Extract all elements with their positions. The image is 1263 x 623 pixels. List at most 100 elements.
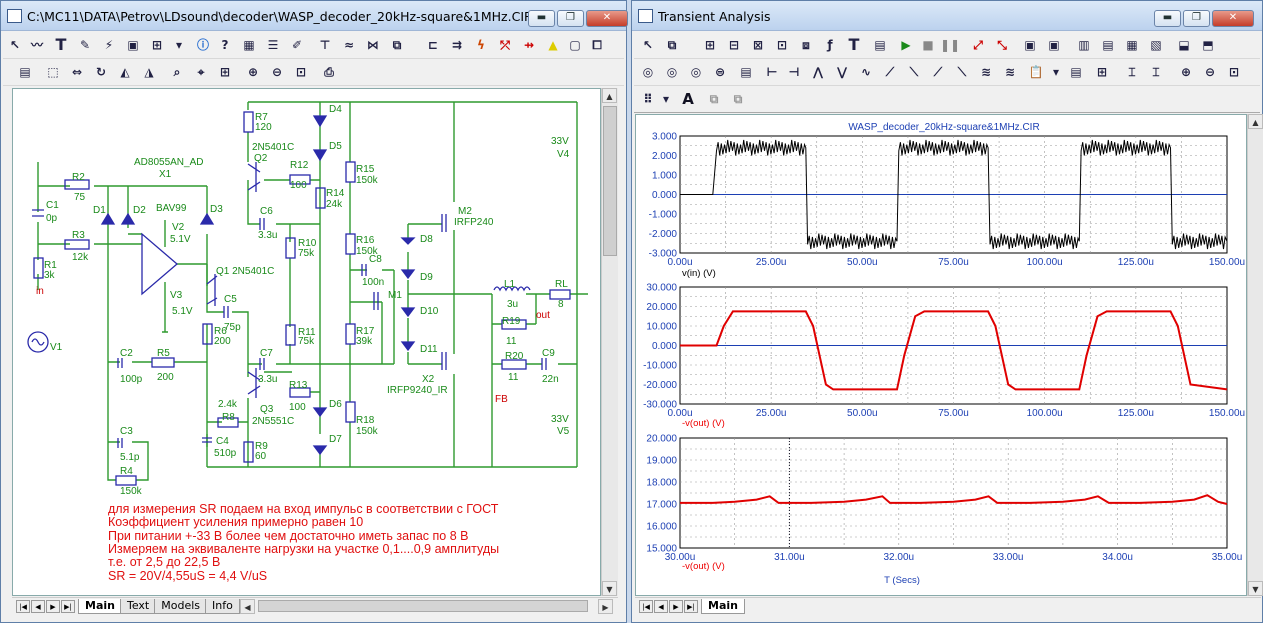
next-tab-arrow-icon[interactable]: ▶ [46, 600, 60, 613]
r16-resistor[interactable] [345, 233, 356, 255]
box-select-icon[interactable]: ⬚ [43, 62, 63, 82]
rl-resistor[interactable] [549, 289, 571, 300]
node-link-icon[interactable]: ⤱ [495, 35, 515, 55]
ruler-icon[interactable]: ⊏ [423, 35, 443, 55]
prev-tab-arrow-icon[interactable]: ◀ [31, 600, 45, 613]
dropdown-icon[interactable]: ▾ [169, 35, 189, 55]
number-icon[interactable]: ⊞ [1092, 62, 1112, 82]
scroll-down-arrow-icon[interactable]: ▼ [602, 581, 617, 596]
scale-y-icon[interactable]: ⊠ [748, 35, 768, 55]
plot-prev-tab-icon[interactable]: ◀ [654, 600, 668, 613]
plot-tab-main[interactable]: Main [701, 599, 745, 614]
schematic-canvas[interactable]: AD8055AN_AD X1 R2 75 C1 0p R3 12k R1 3k … [12, 88, 601, 596]
chart-zoom-fit-icon[interactable]: ⊡ [1224, 62, 1244, 82]
copy-chart-icon[interactable]: ⧉ [662, 35, 682, 55]
text-tool-icon[interactable]: T [51, 35, 71, 55]
plot-area[interactable]: WASP_decoder_20kHz-square&1MHz.CIR v(in)… [635, 114, 1247, 596]
page-icon[interactable]: ▢ [565, 35, 585, 55]
pause-icon[interactable]: ❚❚ [940, 35, 960, 55]
attr-icon[interactable]: ⧉ [387, 35, 407, 55]
tab-main[interactable]: Main [78, 599, 122, 614]
scroll-thumb[interactable] [603, 106, 617, 256]
help-icon[interactable]: ? [215, 35, 235, 55]
peak-icon[interactable]: ⊢ [762, 62, 782, 82]
prev-data-icon[interactable]: ≋ [1000, 62, 1020, 82]
slope-down-icon[interactable]: ⟍ [904, 62, 924, 82]
component-icon[interactable]: ▣ [123, 35, 143, 55]
zoom-fit-icon[interactable]: ⊡ [291, 62, 311, 82]
arrows-icon[interactable]: ⇉ [447, 35, 467, 55]
grid-dropdown-icon[interactable]: ▾ [656, 89, 676, 109]
vertical-scrollbar[interactable]: ▲ ▼ [601, 88, 618, 596]
wire-icon[interactable]: 〰 [27, 35, 47, 55]
chart-zoom-in-icon[interactable]: ⊕ [1176, 62, 1196, 82]
next-point-icon[interactable]: ⟋ [928, 62, 948, 82]
select-arrow-icon[interactable]: ↖ [5, 35, 25, 55]
plot-scroll-up-icon[interactable]: ▲ [1248, 114, 1263, 129]
layout-1-icon[interactable]: ▥ [1074, 35, 1094, 55]
node-icon[interactable]: ⋈ [363, 35, 383, 55]
function-icon[interactable]: ƒ [820, 35, 840, 55]
plot-vscrollbar[interactable]: ▲ ▼ [1247, 114, 1263, 596]
zoom-probe-2-icon[interactable]: ◎ [662, 62, 682, 82]
rotate-icon[interactable]: ↻ [91, 62, 111, 82]
font-icon[interactable]: A [678, 89, 698, 109]
scale-icon[interactable]: ⊞ [700, 35, 720, 55]
scale-peak-icon[interactable]: ⧈ [796, 35, 816, 55]
find-icon[interactable]: ⌕ [167, 62, 187, 82]
prev-point-icon[interactable]: ⟍ [952, 62, 972, 82]
split-v-icon[interactable]: ⬒ [1198, 35, 1218, 55]
restore-button[interactable]: ❐ [557, 10, 584, 27]
plot-first-tab-icon[interactable]: |◀ [639, 600, 653, 613]
calc-icon[interactable]: ⊞ [215, 62, 235, 82]
run-icon[interactable]: ▶ [896, 35, 916, 55]
next-data-icon[interactable]: ≋ [976, 62, 996, 82]
tab-models[interactable]: Models [154, 599, 207, 614]
chart-props-icon[interactable]: ▤ [870, 35, 890, 55]
transient-title-bar[interactable]: Transient Analysis ▬ ❐ ✕ [632, 1, 1262, 31]
last-tab-arrow-icon[interactable]: ▶| [61, 600, 75, 613]
props-icon[interactable]: ▤ [736, 62, 756, 82]
layout-3-icon[interactable]: ▦ [1122, 35, 1142, 55]
plot-next-tab-icon[interactable]: ▶ [669, 600, 683, 613]
mirror-v-icon[interactable]: ◮ [139, 62, 159, 82]
low-icon[interactable]: ⋁ [832, 62, 852, 82]
r15-resistor[interactable] [345, 161, 356, 183]
zoom-probe-4-icon[interactable]: ⊜ [710, 62, 730, 82]
flip-icon[interactable]: ⇔ [67, 62, 87, 82]
chart-text-icon[interactable]: T [844, 35, 864, 55]
net-icon[interactable]: ≈ [339, 35, 359, 55]
layout-2-icon[interactable]: ▤ [1098, 35, 1118, 55]
clipboard-icon[interactable]: 📋 [1026, 62, 1046, 82]
transient-restore-button[interactable]: ❐ [1183, 10, 1210, 27]
zoom-probe-3-icon[interactable]: ◎ [686, 62, 706, 82]
zoom-out-icon[interactable]: ⊖ [267, 62, 287, 82]
title-bar[interactable]: C:\MC11\DATA\Petrov\LDsound\decoder\WASP… [1, 1, 628, 31]
scale-auto-icon[interactable]: ⊡ [772, 35, 792, 55]
probe-icon[interactable]: ⚡ [99, 35, 119, 55]
r17-resistor[interactable] [345, 323, 356, 345]
slope-up-icon[interactable]: ⟋ [880, 62, 900, 82]
mirror-icon[interactable]: ◭ [115, 62, 135, 82]
scroll-up-arrow-icon[interactable]: ▲ [602, 88, 617, 103]
find-next-icon[interactable]: ⌖ [191, 62, 211, 82]
pen-icon[interactable]: ✎ [75, 35, 95, 55]
flash-icon[interactable]: ϟ [471, 35, 491, 55]
valley-icon[interactable]: ⊣ [784, 62, 804, 82]
first-tab-arrow-icon[interactable]: |◀ [16, 600, 30, 613]
stats-icon[interactable]: ▤ [1066, 62, 1086, 82]
plot-scroll-down-icon[interactable]: ▼ [1248, 581, 1263, 596]
list-icon[interactable]: ☰ [263, 35, 283, 55]
short-icon[interactable]: ⇸ [519, 35, 539, 55]
grid-menu-icon[interactable]: ⠿ [638, 89, 658, 109]
transient-minimize-button[interactable]: ▬ [1154, 10, 1181, 27]
scroll-left-arrow-icon[interactable]: ◀ [240, 599, 255, 614]
stop-icon[interactable]: ■ [918, 35, 938, 55]
transient-close-button[interactable]: ✕ [1212, 10, 1254, 27]
r4-resistor[interactable] [115, 475, 137, 486]
close-button[interactable]: ✕ [586, 10, 628, 27]
inflection-icon[interactable]: ∿ [856, 62, 876, 82]
info-icon[interactable]: ⓘ [193, 35, 213, 55]
warning-icon[interactable]: ▲ [543, 35, 563, 55]
cursor-b-icon[interactable]: ⤡ [992, 35, 1012, 55]
